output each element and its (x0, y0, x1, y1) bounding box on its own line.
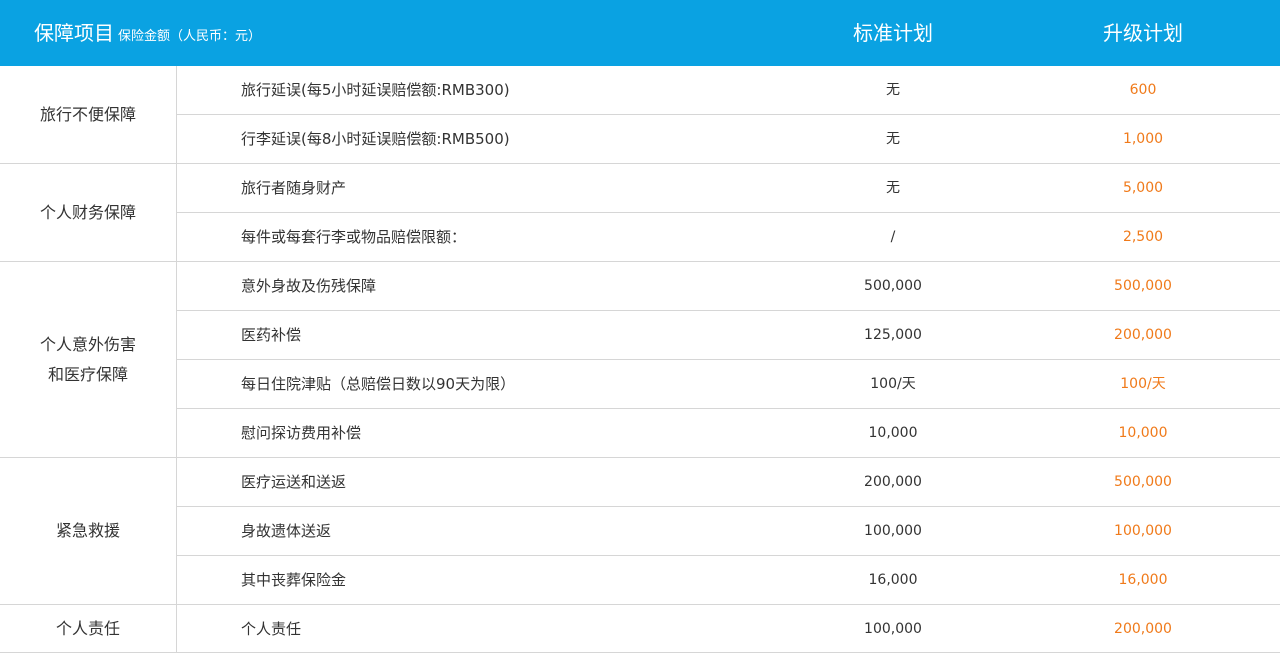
category-accident-medical: 个人意外伤害 和医疗保障 (0, 262, 176, 458)
header-title: 保障项目 (34, 21, 114, 45)
category-emergency-rescue: 紧急救援 (0, 458, 176, 605)
row-item: 慰问探访费用补偿 (241, 424, 362, 442)
table-row: 慰问探访费用补偿 10,000 10,000 (177, 409, 1280, 458)
category-label: 旅行不便保障 (39, 104, 136, 124)
row-item: 旅行者随身财产 (241, 179, 347, 197)
table-row: 身故遗体送返 100,000 100,000 (177, 507, 1280, 556)
category-travel-inconvenience: 旅行不便保障 (0, 66, 176, 164)
row-upgrade-value: 10,000 (1118, 425, 1168, 441)
table-row: 旅行延误(每5小时延误赔偿额:RMB300) 无 600 (177, 66, 1280, 115)
category-label: 个人财务保障 (39, 202, 136, 222)
row-item: 医疗运送和送返 (241, 473, 347, 491)
row-standard-value: 100,000 (864, 621, 922, 637)
table-header: 保障项目 保险金额（人民币：元） 标准计划 升级计划 (0, 0, 1280, 66)
category-label: 个人意外伤害 和医疗保障 (39, 334, 136, 384)
row-upgrade-value: 600 (1129, 82, 1157, 98)
category-personal-property: 个人财务保障 (0, 164, 176, 262)
row-item: 意外身故及伤残保障 (241, 277, 377, 295)
row-standard-value: 无 (886, 180, 900, 196)
row-upgrade-value: 5,000 (1122, 180, 1164, 196)
row-upgrade-value: 500,000 (1114, 278, 1172, 294)
row-item: 其中丧葬保险金 (241, 571, 347, 589)
row-item: 旅行延误(每5小时延误赔偿额:RMB300) (241, 81, 510, 99)
row-upgrade-value: 16,000 (1118, 572, 1168, 588)
row-standard-value: 100,000 (864, 523, 922, 539)
row-item: 医药补偿 (241, 326, 302, 344)
table-row: 医药补偿 125,000 200,000 (177, 311, 1280, 360)
row-standard-value: / (890, 229, 896, 245)
row-item: 身故遗体送返 (241, 522, 332, 540)
header-subtitle: 保险金额（人民币：元） (118, 29, 262, 44)
row-item: 每日住院津贴（总赔偿日数以90天为限） (241, 375, 516, 393)
table-row: 每日住院津贴（总赔偿日数以90天为限） 100/天 100/天 (177, 360, 1280, 409)
row-item: 每件或每套行李或物品赔偿限额： (241, 228, 467, 246)
row-upgrade-value: 100/天 (1120, 376, 1166, 392)
row-upgrade-value: 2,500 (1122, 229, 1164, 245)
row-standard-value: 10,000 (868, 425, 918, 441)
row-standard-value: 无 (886, 82, 900, 98)
table-row: 其中丧葬保险金 16,000 16,000 (177, 556, 1280, 605)
header-title-group: 保障项目 保险金额（人民币：元） (34, 0, 261, 66)
row-upgrade-value: 1,000 (1122, 131, 1164, 147)
row-upgrade-value: 200,000 (1114, 621, 1172, 637)
row-upgrade-value: 200,000 (1114, 327, 1172, 343)
header-upgrade-plan: 升级计划 (1103, 21, 1183, 45)
row-standard-value: 16,000 (868, 572, 918, 588)
row-standard-value: 无 (886, 131, 900, 147)
table-row: 个人责任 100,000 200,000 (177, 605, 1280, 653)
row-upgrade-value: 100,000 (1114, 523, 1172, 539)
coverage-table: 保障项目 保险金额（人民币：元） 标准计划 升级计划 旅行不便保障 个人财务保障 … (0, 0, 1280, 653)
row-upgrade-value: 500,000 (1114, 474, 1172, 490)
category-label: 个人责任 (55, 618, 120, 638)
table-row: 意外身故及伤残保障 500,000 500,000 (177, 262, 1280, 311)
category-label: 紧急救援 (55, 521, 120, 540)
row-standard-value: 125,000 (864, 327, 922, 343)
table-row: 行李延误(每8小时延误赔偿额:RMB500) 无 1,000 (177, 115, 1280, 164)
row-standard-value: 100/天 (870, 376, 916, 392)
table-row: 旅行者随身财产 无 5,000 (177, 164, 1280, 213)
row-standard-value: 500,000 (864, 278, 922, 294)
category-personal-liability: 个人责任 (0, 605, 176, 653)
row-standard-value: 200,000 (864, 474, 922, 490)
table-row: 医疗运送和送返 200,000 500,000 (177, 458, 1280, 507)
header-standard-plan: 标准计划 (853, 21, 933, 45)
table-row: 每件或每套行李或物品赔偿限额： / 2,500 (177, 213, 1280, 262)
row-item: 个人责任 (241, 620, 302, 638)
row-item: 行李延误(每8小时延误赔偿额:RMB500) (241, 130, 510, 148)
